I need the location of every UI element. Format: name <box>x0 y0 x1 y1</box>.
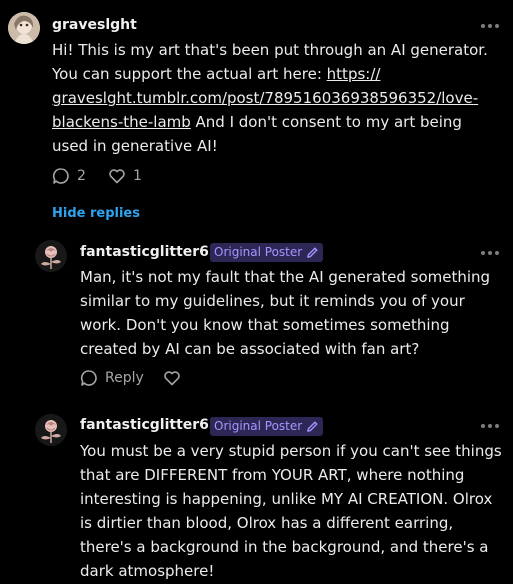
heart-icon <box>109 169 125 184</box>
comment-username[interactable]: graveslght <box>52 17 137 33</box>
avatar-image <box>8 12 40 44</box>
rose-avatar-image <box>35 414 67 446</box>
reply-text: Man, it's not my fault that the AI gener… <box>80 268 491 358</box>
avatar-graveslght[interactable] <box>8 12 40 44</box>
more-options-icon[interactable] <box>481 22 501 30</box>
more-options-icon[interactable] <box>481 249 501 257</box>
hide-replies-link[interactable]: Hide replies <box>52 206 140 221</box>
like-button[interactable] <box>163 369 181 387</box>
reply-count: 2 <box>77 168 86 184</box>
pencil-icon <box>307 421 318 432</box>
reply-button-label: Reply <box>105 370 144 386</box>
avatar-fantasticglitter656[interactable] <box>35 240 67 272</box>
original-poster-badge: Original Poster <box>210 417 324 436</box>
reply-count-button[interactable]: 2 <box>52 167 86 185</box>
reply-username[interactable]: fantasticglitter656 <box>80 417 228 433</box>
comment-text-pre: Hi! This is my art that's been put throu… <box>52 41 488 83</box>
comment-text: Hi! This is my art that's been put throu… <box>52 38 500 158</box>
more-options-icon[interactable] <box>481 422 501 430</box>
original-poster-badge: Original Poster <box>210 243 324 262</box>
pencil-icon <box>307 247 318 258</box>
reply-text: You must be a very stupid person if you … <box>80 442 502 580</box>
comment-bubble-icon <box>52 168 69 184</box>
comment-bubble-icon <box>80 370 97 386</box>
heart-icon <box>164 371 180 386</box>
rose-avatar-image <box>35 240 67 272</box>
like-count: 1 <box>133 168 142 184</box>
avatar-fantasticglitter656[interactable] <box>35 414 67 446</box>
badge-label: Original Poster <box>214 419 303 433</box>
reply-button[interactable]: Reply <box>80 369 144 387</box>
like-button[interactable]: 1 <box>108 167 142 185</box>
reply-username[interactable]: fantasticglitter656 <box>80 244 228 260</box>
badge-label: Original Poster <box>214 245 303 259</box>
